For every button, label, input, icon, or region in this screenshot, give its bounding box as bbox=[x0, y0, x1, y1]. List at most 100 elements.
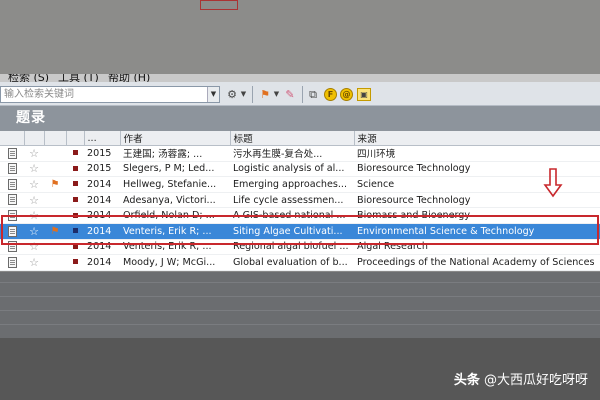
attachment-cell bbox=[0, 207, 24, 224]
source-cell: Environmental Science & Technology bbox=[354, 223, 600, 240]
read-status-cell bbox=[66, 145, 84, 162]
search-dropdown-button[interactable]: ▼ bbox=[207, 87, 219, 102]
search-input[interactable]: 输入检索关键词 bbox=[0, 86, 220, 103]
star-icon[interactable]: ☆ bbox=[29, 256, 39, 269]
column-header-title[interactable]: 标题 bbox=[230, 131, 355, 146]
document-icon[interactable] bbox=[7, 225, 17, 237]
unread-marker-icon bbox=[72, 181, 78, 187]
star-cell: ☆ bbox=[24, 161, 44, 178]
link-icon[interactable]: @ bbox=[340, 88, 353, 101]
watermark-logo: 头条 bbox=[453, 373, 480, 388]
author-cell: Adesanya, Victori... bbox=[120, 192, 230, 209]
star-icon[interactable]: ☆ bbox=[29, 178, 39, 191]
title-cell: Logistic analysis of al... bbox=[230, 161, 354, 178]
source-cell: Proceedings of the National Academy of S… bbox=[354, 254, 600, 271]
attachment-cell bbox=[0, 161, 24, 178]
source-cell: Algal Research bbox=[354, 239, 600, 256]
read-status-cell bbox=[66, 239, 84, 256]
document-icon[interactable] bbox=[7, 194, 17, 206]
background-row-line bbox=[0, 324, 600, 325]
star-icon[interactable]: ☆ bbox=[29, 240, 39, 253]
background-document-top bbox=[0, 0, 600, 74]
source-cell: 四川环境 bbox=[354, 145, 600, 162]
full-text-icon[interactable]: F bbox=[324, 88, 337, 101]
flag-cell: ⚑ bbox=[44, 223, 66, 240]
column-header-year[interactable]: ... bbox=[84, 131, 121, 146]
search-options-icon[interactable]: ⚙ bbox=[225, 86, 239, 103]
star-icon[interactable]: ☆ bbox=[29, 225, 39, 238]
flag-dropdown-icon[interactable]: ▼ bbox=[272, 86, 281, 103]
search-options-dropdown-icon[interactable]: ▼ bbox=[239, 86, 248, 103]
screenshot-stage: 检索 (S) 工具 (T) 帮助 (H) 输入检索关键词 ▼ ⚙ ▼ ⚑ ▼ ✎… bbox=[0, 0, 600, 400]
panel-title: 题录 bbox=[0, 106, 600, 131]
author-cell: Hellweg, Stefanie... bbox=[120, 176, 230, 193]
table-row[interactable]: ☆ 2014 Venteris, Erik R; ... Regional algal… bbox=[0, 239, 600, 256]
unread-marker-icon bbox=[72, 150, 78, 156]
document-icon[interactable] bbox=[7, 241, 17, 253]
table-row[interactable]: ☆ 2014 Orfield, Nolan D; ... A GIS-based na… bbox=[0, 207, 600, 224]
year-cell: 2014 bbox=[84, 254, 120, 271]
star-icon[interactable]: ☆ bbox=[29, 162, 39, 175]
author-cell: 王建国; 汤蓉露; ... bbox=[120, 145, 230, 162]
column-header-attachment[interactable] bbox=[0, 131, 25, 146]
read-status-cell bbox=[66, 161, 84, 178]
unread-marker-icon bbox=[72, 259, 78, 265]
copy-icon[interactable]: ⧉ bbox=[306, 86, 320, 103]
flag-icon[interactable]: ⚑ bbox=[258, 86, 272, 103]
star-cell: ☆ bbox=[24, 223, 44, 240]
note-icon[interactable]: ▣ bbox=[357, 88, 371, 101]
table-row[interactable]: ☆ ⚑ 2014 Venteris, Erik R; ... Siting Algae … bbox=[0, 223, 600, 240]
menu-item-help[interactable]: 帮助 (H) bbox=[108, 74, 150, 82]
star-cell: ☆ bbox=[24, 207, 44, 224]
attachment-cell bbox=[0, 239, 24, 256]
unread-marker-icon bbox=[72, 197, 78, 203]
column-header-flag[interactable] bbox=[44, 131, 67, 146]
table-row[interactable]: ☆ 2015 王建国; 汤蓉露; ... 污水再生膜-复合处... 四川环境 bbox=[0, 145, 600, 162]
year-cell: 2014 bbox=[84, 192, 120, 209]
source-cell: Science bbox=[354, 176, 600, 193]
title-cell: Siting Algae Cultivati... bbox=[230, 223, 354, 240]
author-cell: Venteris, Erik R; ... bbox=[120, 239, 230, 256]
table-row[interactable]: ☆ 2015 Slegers, P M; Led... Logistic analys… bbox=[0, 161, 600, 178]
unread-marker-icon bbox=[72, 165, 78, 171]
menu-item-search[interactable]: 检索 (S) bbox=[8, 74, 49, 82]
column-header-author[interactable]: 作者 bbox=[120, 131, 231, 146]
column-header-star[interactable] bbox=[24, 131, 45, 146]
document-icon[interactable] bbox=[7, 178, 17, 190]
flag-cell bbox=[44, 161, 66, 178]
flag-icon[interactable]: ⚑ bbox=[51, 179, 60, 190]
flag-cell bbox=[44, 207, 66, 224]
document-icon[interactable] bbox=[7, 147, 17, 159]
background-red-box bbox=[200, 0, 238, 10]
menu-bar: 检索 (S) 工具 (T) 帮助 (H) bbox=[0, 74, 600, 82]
star-icon[interactable]: ☆ bbox=[29, 194, 39, 207]
source-cell: Bioresource Technology bbox=[354, 192, 600, 209]
star-icon[interactable]: ☆ bbox=[29, 209, 39, 222]
title-cell: 污水再生膜-复合处... bbox=[230, 145, 354, 162]
flag-icon[interactable]: ⚑ bbox=[51, 226, 60, 237]
document-icon[interactable] bbox=[7, 256, 17, 268]
star-icon[interactable]: ☆ bbox=[29, 147, 39, 160]
background-row-line bbox=[0, 310, 600, 311]
document-icon[interactable] bbox=[7, 209, 17, 221]
background-row-line bbox=[0, 282, 600, 283]
unread-marker-icon bbox=[72, 228, 78, 234]
author-cell: Venteris, Erik R; ... bbox=[120, 223, 230, 240]
author-cell: Orfield, Nolan D; ... bbox=[120, 207, 230, 224]
table-row[interactable]: ☆ 2014 Adesanya, Victori... Life cycle asse… bbox=[0, 192, 600, 209]
table-row[interactable]: ☆ ⚑ 2014 Hellweg, Stefanie... Emerging appro… bbox=[0, 176, 600, 193]
table-header-row: ... 作者 标题 来源 bbox=[0, 131, 600, 146]
author-cell: Slegers, P M; Led... bbox=[120, 161, 230, 178]
title-cell: A GIS-based national ... bbox=[230, 207, 354, 224]
document-icon[interactable] bbox=[7, 163, 17, 175]
menu-item-tools[interactable]: 工具 (T) bbox=[58, 74, 99, 82]
title-cell: Global evaluation of b... bbox=[230, 254, 354, 271]
column-header-source[interactable]: 来源 bbox=[354, 131, 600, 146]
table-row[interactable]: ☆ 2014 Moody, J W; McGi... Global evaluatio… bbox=[0, 254, 600, 271]
star-cell: ☆ bbox=[24, 176, 44, 193]
title-cell: Life cycle assessmen... bbox=[230, 192, 354, 209]
flag-cell bbox=[44, 239, 66, 256]
column-header-read[interactable] bbox=[66, 131, 85, 146]
star-cell: ☆ bbox=[24, 145, 44, 162]
tag-icon[interactable]: ✎ bbox=[283, 86, 297, 103]
